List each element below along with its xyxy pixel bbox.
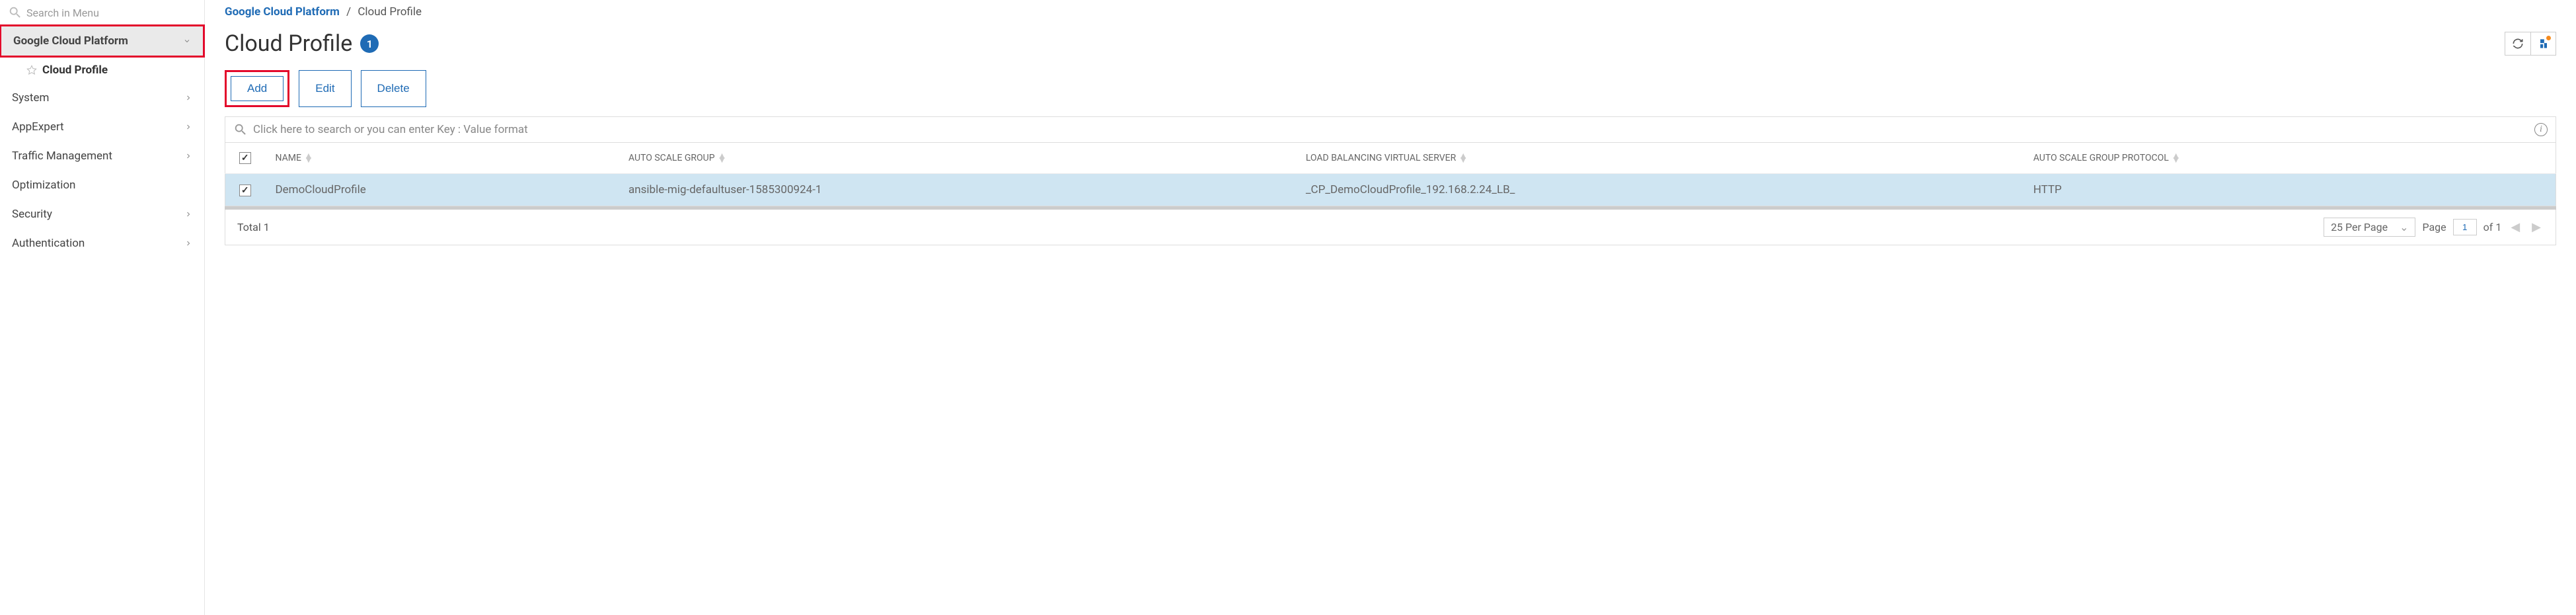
cell-name: DemoCloudProfile: [265, 174, 618, 206]
breadcrumb-separator: /: [346, 5, 351, 19]
checkbox-icon[interactable]: [239, 152, 251, 164]
sidebar-item-security[interactable]: Security: [0, 200, 204, 229]
row-checkbox[interactable]: [239, 184, 251, 196]
edit-button[interactable]: Edit: [299, 70, 351, 107]
add-annotation: Add: [225, 70, 289, 107]
sidebar-item-google-cloud-platform[interactable]: Google Cloud Platform: [0, 24, 205, 58]
search-icon: [8, 5, 22, 20]
notification-dot-icon: [2546, 36, 2551, 40]
sidebar-item-label: System: [12, 91, 49, 104]
chevron-right-icon: [184, 210, 192, 218]
chevron-right-icon: [184, 239, 192, 247]
cell-auto-scale-group: ansible-mig-defaultuser-1585300924-1: [618, 174, 1295, 206]
breadcrumb-current: Cloud Profile: [358, 5, 422, 19]
sidebar-item-optimization[interactable]: Optimization: [0, 171, 204, 200]
sort-icon: ▲▼: [1458, 154, 1468, 162]
sidebar-item-cloud-profile[interactable]: Cloud Profile: [0, 57, 204, 83]
chevron-right-icon: [184, 152, 192, 160]
sidebar-item-label: Traffic Management: [12, 149, 112, 163]
page-label: Page: [2422, 221, 2446, 233]
sidebar-search[interactable]: Search in Menu: [0, 0, 204, 25]
sidebar-item-appexpert[interactable]: AppExpert: [0, 112, 204, 142]
next-page-button[interactable]: ▶: [2529, 220, 2544, 234]
sort-icon: ▲▼: [718, 154, 727, 162]
column-protocol[interactable]: AUTO SCALE GROUP PROTOCOL▲▼: [2023, 143, 2556, 174]
breadcrumb-root[interactable]: Google Cloud Platform: [225, 5, 340, 19]
info-icon[interactable]: i: [2534, 123, 2548, 136]
star-icon: [26, 65, 37, 75]
table-row[interactable]: DemoCloudProfile ansible-mig-defaultuser…: [225, 174, 2556, 206]
page-header: Cloud Profile 1: [225, 30, 2556, 57]
record-count-badge: 1: [360, 34, 379, 53]
sidebar-search-placeholder: Search in Menu: [26, 7, 99, 19]
delete-button[interactable]: Delete: [361, 70, 426, 107]
sort-icon: ▲▼: [2172, 154, 2181, 162]
prev-page-button[interactable]: ◀: [2508, 220, 2522, 234]
per-page-select[interactable]: 25 Per Page ⌄: [2324, 218, 2415, 237]
table-search-placeholder: Click here to search or you can enter Ke…: [253, 123, 2534, 136]
table-search[interactable]: Click here to search or you can enter Ke…: [225, 116, 2556, 143]
breadcrumb: Google Cloud Platform / Cloud Profile: [225, 5, 2556, 19]
total-count: Total 1: [237, 221, 270, 233]
sidebar-item-label: Optimization: [12, 179, 75, 192]
sort-icon: ▲▼: [304, 154, 313, 162]
header-actions: [2505, 32, 2556, 56]
column-lb-vserver[interactable]: LOAD BALANCING VIRTUAL SERVER▲▼: [1295, 143, 2023, 174]
sidebar-item-authentication[interactable]: Authentication: [0, 229, 204, 258]
pagination: 25 Per Page ⌄ Page of 1 ◀ ▶: [2324, 218, 2544, 237]
toolbar: Add Edit Delete: [225, 70, 2556, 107]
sidebar: Search in Menu Google Cloud Platform Clo…: [0, 0, 205, 615]
sidebar-item-traffic-management[interactable]: Traffic Management: [0, 142, 204, 171]
per-page-label: 25 Per Page: [2331, 221, 2388, 233]
sidebar-item-label: Security: [12, 208, 52, 221]
page-input[interactable]: [2453, 219, 2477, 235]
sidebar-item-system[interactable]: System: [0, 83, 204, 112]
add-button[interactable]: Add: [231, 76, 284, 101]
chevron-down-icon: ⌄: [2400, 221, 2408, 233]
cell-lb-vserver: _CP_DemoCloudProfile_192.168.2.24_LB_: [1295, 174, 2023, 206]
data-table: NAME▲▼ AUTO SCALE GROUP▲▼ LOAD BALANCING…: [225, 143, 2556, 206]
select-all-header[interactable]: [225, 143, 265, 174]
refresh-button[interactable]: [2505, 32, 2530, 55]
column-auto-scale-group[interactable]: AUTO SCALE GROUP▲▼: [618, 143, 1295, 174]
search-icon: [233, 122, 248, 137]
sidebar-item-label: Authentication: [12, 237, 85, 250]
sidebar-sub-label: Cloud Profile: [42, 63, 108, 77]
table-footer: Total 1 25 Per Page ⌄ Page of 1 ◀ ▶: [225, 210, 2556, 245]
chevron-right-icon: [184, 94, 192, 102]
main-content: Google Cloud Platform / Cloud Profile Cl…: [205, 0, 2576, 615]
help-button[interactable]: [2530, 32, 2556, 55]
column-name[interactable]: NAME▲▼: [265, 143, 618, 174]
refresh-icon: [2511, 37, 2524, 50]
sidebar-item-label: AppExpert: [12, 120, 64, 134]
chevron-down-icon: [183, 37, 191, 45]
cell-protocol: HTTP: [2023, 174, 2556, 206]
chevron-right-icon: [184, 123, 192, 131]
page-title: Cloud Profile: [225, 30, 352, 57]
sidebar-item-label: Google Cloud Platform: [13, 34, 128, 48]
page-of: of 1: [2483, 221, 2502, 233]
